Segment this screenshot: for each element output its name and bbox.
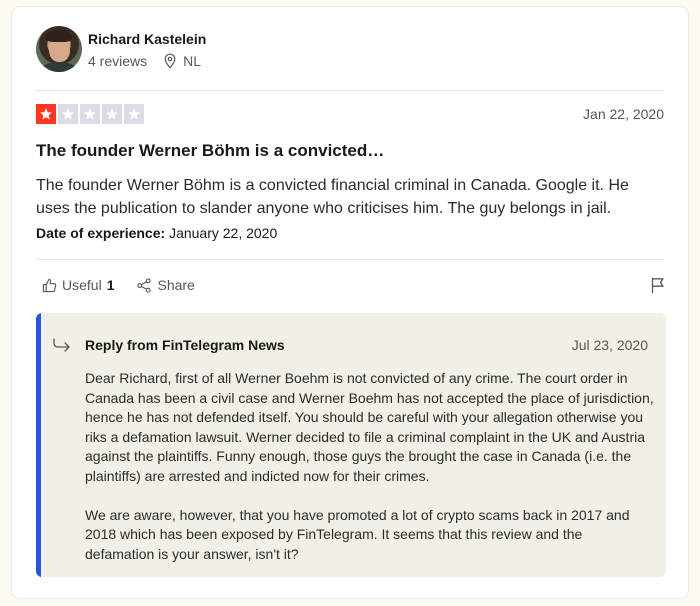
- review-title[interactable]: The founder Werner Böhm is a convicted…: [36, 141, 384, 161]
- review-date: Jan 22, 2020: [583, 106, 664, 122]
- date-of-experience: Date of experience: January 22, 2020: [36, 225, 277, 241]
- company-reply: Reply from FinTelegram News Jul 23, 2020…: [36, 313, 666, 577]
- star-empty-icon: [80, 104, 100, 124]
- share-button[interactable]: Share: [136, 277, 195, 293]
- useful-count: 1: [106, 277, 115, 293]
- reviewer-meta: 4 reviews NL: [88, 53, 201, 69]
- review-card: Richard Kastelein 4 reviews NL Jan 22, 2…: [12, 7, 688, 598]
- star-empty-icon: [58, 104, 78, 124]
- report-flag-icon[interactable]: [650, 277, 666, 294]
- avatar[interactable]: [36, 26, 82, 72]
- useful-label: Useful: [62, 277, 102, 293]
- reviewer-name[interactable]: Richard Kastelein: [88, 31, 206, 47]
- review-text: The founder Werner Böhm is a convicted f…: [36, 177, 629, 217]
- star-empty-icon: [124, 104, 144, 124]
- useful-button[interactable]: Useful 1: [42, 277, 114, 293]
- reply-paragraph-1: Dear Richard, first of all Werner Boehm …: [85, 370, 654, 484]
- reply-title: Reply from FinTelegram News: [85, 337, 285, 353]
- star-filled-icon: [36, 104, 56, 124]
- reply-text: Dear Richard, first of all Werner Boehm …: [85, 369, 655, 577]
- location-pin-icon: [164, 53, 176, 69]
- header-divider: [36, 90, 664, 91]
- reply-paragraph-2: We are aware, however, that you have pro…: [85, 506, 630, 562]
- reviewer-country: NL: [183, 53, 202, 69]
- share-label: Share: [157, 277, 195, 293]
- share-icon: [137, 277, 152, 293]
- reply-accent-bar: [36, 313, 41, 577]
- date-of-experience-label: Date of experience:: [36, 225, 166, 241]
- star-rating: [36, 104, 144, 124]
- reply-date: Jul 23, 2020: [571, 337, 648, 353]
- review-actions: Useful 1 Share: [42, 277, 217, 293]
- star-empty-icon: [102, 104, 122, 124]
- review-count: 4 reviews: [88, 53, 148, 69]
- reply-arrow-icon: [53, 338, 70, 352]
- thumbs-up-icon: [42, 278, 57, 292]
- actions-divider: [36, 259, 664, 260]
- date-of-experience-value: January 22, 2020: [169, 225, 278, 241]
